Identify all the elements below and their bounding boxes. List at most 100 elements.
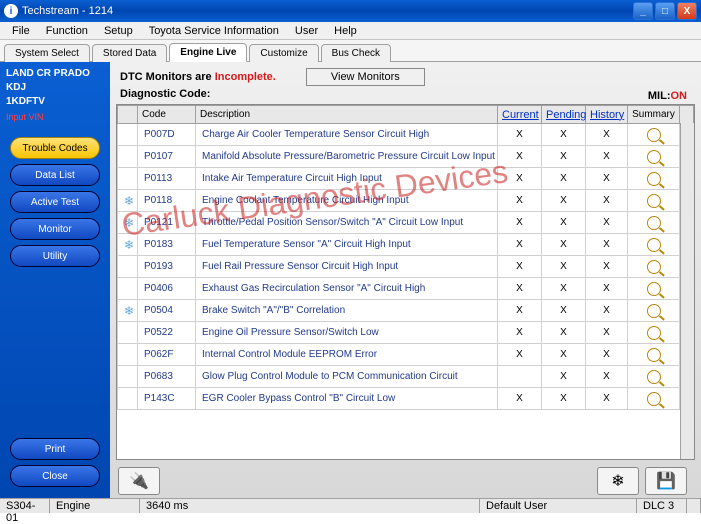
monitor-button[interactable]: Monitor <box>10 218 100 240</box>
data-list-button[interactable]: Data List <box>10 164 100 186</box>
dtc-code: P0118 <box>138 190 196 212</box>
dtc-code: P0683 <box>138 366 196 388</box>
current-cell: X <box>498 344 542 366</box>
menu-help[interactable]: Help <box>326 25 365 37</box>
menu-bar: FileFunctionSetupToyota Service Informat… <box>0 22 701 40</box>
pending-cell: X <box>542 146 586 168</box>
summary-cell[interactable] <box>628 212 680 234</box>
dtc-code: P062F <box>138 344 196 366</box>
dtc-code: P0406 <box>138 278 196 300</box>
menu-function[interactable]: Function <box>38 25 96 37</box>
table-row[interactable]: ❄P0121Throttle/Pedal Position Sensor/Swi… <box>118 212 694 234</box>
summary-cell[interactable] <box>628 344 680 366</box>
summary-cell[interactable] <box>628 234 680 256</box>
col-history[interactable]: History <box>586 106 628 124</box>
magnifier-icon <box>647 370 661 384</box>
dtc-code: P143C <box>138 388 196 410</box>
col-pending[interactable]: Pending <box>542 106 586 124</box>
utility-button[interactable]: Utility <box>10 245 100 267</box>
col-current[interactable]: Current <box>498 106 542 124</box>
table-row[interactable]: ❄P0183Fuel Temperature Sensor "A" Circui… <box>118 234 694 256</box>
magnifier-icon <box>647 348 661 362</box>
table-row[interactable]: P007DCharge Air Cooler Temperature Senso… <box>118 124 694 146</box>
minimize-button[interactable]: _ <box>633 2 653 20</box>
menu-user[interactable]: User <box>287 25 326 37</box>
dtc-description: Engine Coolant Temperature Circuit High … <box>196 190 498 212</box>
view-monitors-button[interactable]: View Monitors <box>306 68 425 86</box>
save-icon-button[interactable]: 💾 <box>645 467 687 495</box>
table-row[interactable]: P0113Intake Air Temperature Circuit High… <box>118 168 694 190</box>
table-row[interactable]: P0107Manifold Absolute Pressure/Barometr… <box>118 146 694 168</box>
summary-cell[interactable] <box>628 146 680 168</box>
table-row[interactable]: P0522Engine Oil Pressure Sensor/Switch L… <box>118 322 694 344</box>
freeze-icon-button[interactable]: ❄ <box>597 467 639 495</box>
dtc-description: Intake Air Temperature Circuit High Inpu… <box>196 168 498 190</box>
close-window-button[interactable]: X <box>677 2 697 20</box>
summary-cell[interactable] <box>628 256 680 278</box>
input-vin-link[interactable]: Input VIN <box>6 112 104 122</box>
menu-file[interactable]: File <box>4 25 38 37</box>
tab-engine-live[interactable]: Engine Live <box>169 43 247 62</box>
window-title: Techstream - 1214 <box>22 5 113 17</box>
pending-cell: X <box>542 124 586 146</box>
col-description[interactable]: Description <box>196 106 498 124</box>
pending-cell: X <box>542 322 586 344</box>
tab-customize[interactable]: Customize <box>249 44 318 62</box>
table-row[interactable]: P0193Fuel Rail Pressure Sensor Circuit H… <box>118 256 694 278</box>
summary-cell[interactable] <box>628 366 680 388</box>
magnifier-icon <box>647 304 661 318</box>
summary-cell[interactable] <box>628 124 680 146</box>
pending-cell: X <box>542 388 586 410</box>
pending-cell: X <box>542 344 586 366</box>
active-test-button[interactable]: Active Test <box>10 191 100 213</box>
summary-cell[interactable] <box>628 322 680 344</box>
summary-cell[interactable] <box>628 300 680 322</box>
summary-cell[interactable] <box>628 190 680 212</box>
menu-setup[interactable]: Setup <box>96 25 141 37</box>
table-row[interactable]: P143CEGR Cooler Bypass Control "B" Circu… <box>118 388 694 410</box>
tab-bus-check[interactable]: Bus Check <box>321 44 391 62</box>
freeze-frame-icon <box>118 322 138 344</box>
history-cell: X <box>586 278 628 300</box>
print-button[interactable]: Print <box>10 438 100 460</box>
pending-cell: X <box>542 168 586 190</box>
magnifier-icon <box>647 326 661 340</box>
trouble-codes-button[interactable]: Trouble Codes <box>10 137 100 159</box>
diagnostic-code-label: Diagnostic Code: <box>110 88 701 102</box>
status-code: S304-01 <box>0 499 50 513</box>
status-ms: 3640 ms <box>140 499 480 513</box>
pending-cell: X <box>542 234 586 256</box>
table-row[interactable]: P062FInternal Control Module EEPROM Erro… <box>118 344 694 366</box>
table-row[interactable]: P0683Glow Plug Control Module to PCM Com… <box>118 366 694 388</box>
maximize-button[interactable]: □ <box>655 2 675 20</box>
summary-cell[interactable] <box>628 278 680 300</box>
status-user: Default User <box>480 499 637 513</box>
connector-icon-button[interactable]: 🔌 <box>118 467 160 495</box>
vertical-scrollbar[interactable] <box>680 123 694 459</box>
pending-cell: X <box>542 190 586 212</box>
pending-cell: X <box>542 212 586 234</box>
summary-cell[interactable] <box>628 388 680 410</box>
table-row[interactable]: ❄P0504Brake Switch "A"/"B" CorrelationXX… <box>118 300 694 322</box>
freeze-frame-icon <box>118 388 138 410</box>
close-button[interactable]: Close <box>10 465 100 487</box>
freeze-frame-icon <box>118 168 138 190</box>
tab-bar: System SelectStored DataEngine LiveCusto… <box>0 40 701 62</box>
col-freeze[interactable] <box>118 106 138 124</box>
summary-cell[interactable] <box>628 168 680 190</box>
col-summary[interactable]: Summary <box>628 106 680 124</box>
current-cell: X <box>498 212 542 234</box>
pending-cell: X <box>542 366 586 388</box>
menu-toyota-service-information[interactable]: Toyota Service Information <box>141 25 287 37</box>
tab-system-select[interactable]: System Select <box>4 44 90 62</box>
status-dlc: DLC 3 <box>637 499 687 513</box>
magnifier-icon <box>647 238 661 252</box>
app-icon: i <box>4 4 18 18</box>
title-bar: i Techstream - 1214 _ □ X <box>0 0 701 22</box>
col-code[interactable]: Code <box>138 106 196 124</box>
dtc-monitors-label: DTC Monitors are Incomplete. <box>120 71 276 83</box>
tab-stored-data[interactable]: Stored Data <box>92 44 167 62</box>
table-row[interactable]: P0406Exhaust Gas Recirculation Sensor "A… <box>118 278 694 300</box>
table-row[interactable]: ❄P0118Engine Coolant Temperature Circuit… <box>118 190 694 212</box>
dtc-code: P007D <box>138 124 196 146</box>
